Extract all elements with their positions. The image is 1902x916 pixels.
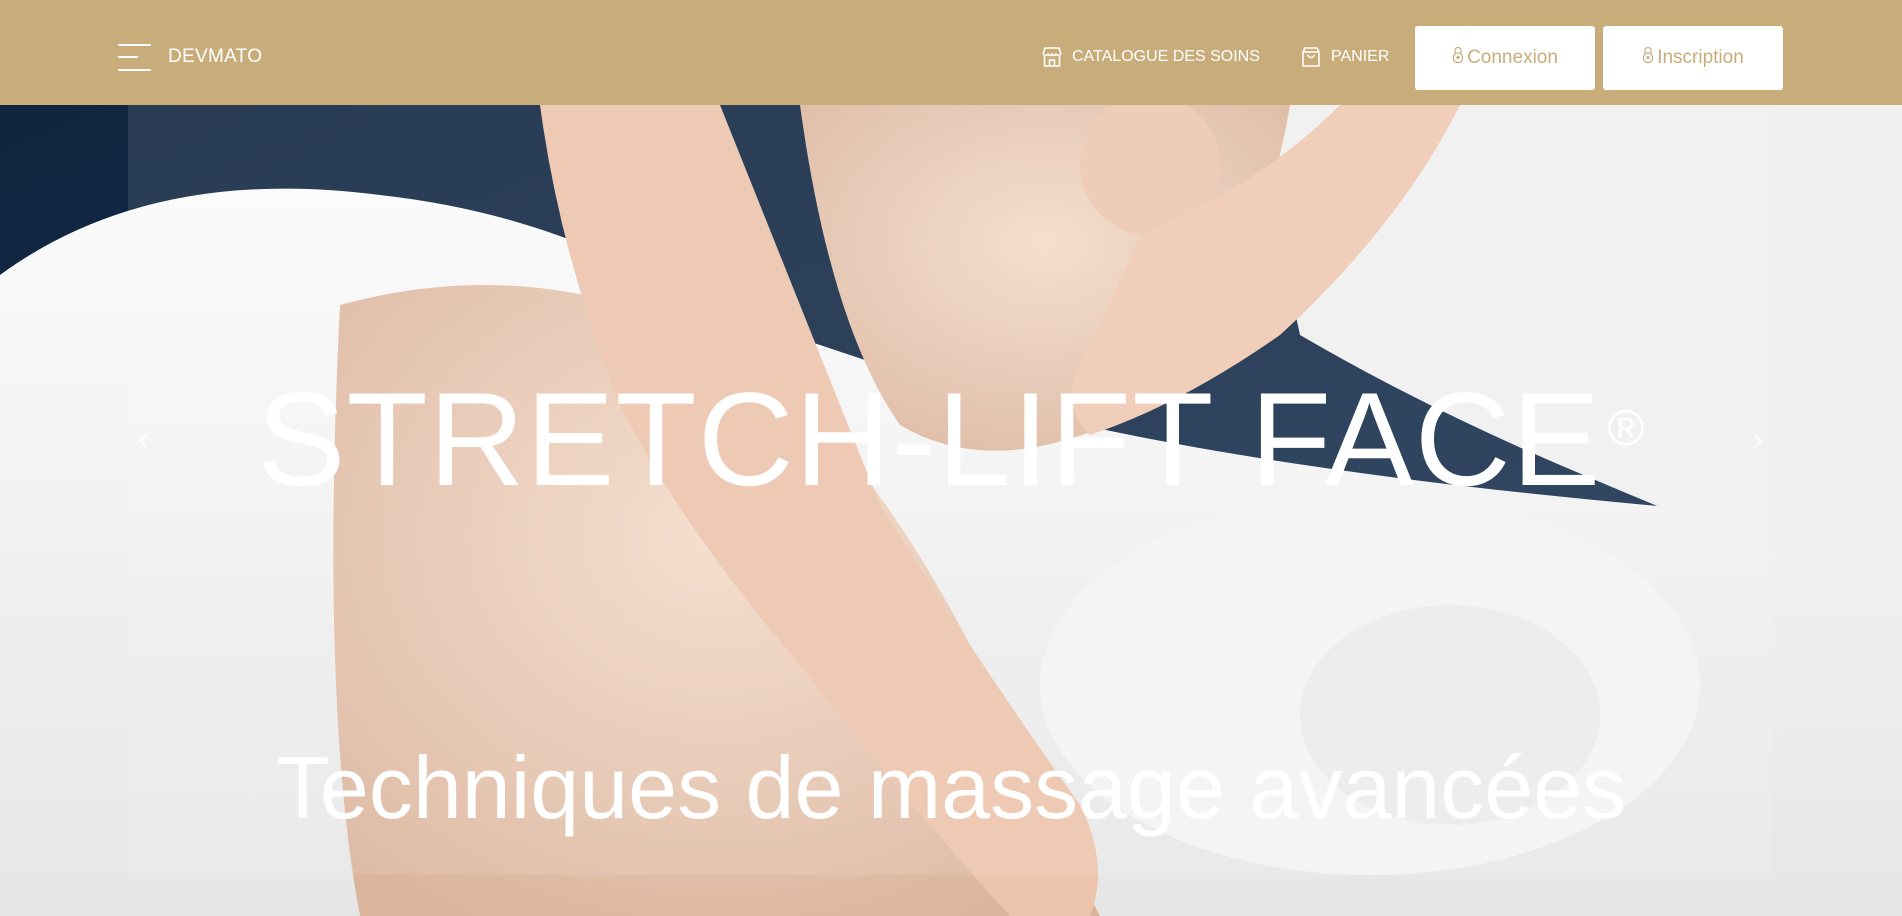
hero-title: STRETCH-LIFT FACE ®: [0, 365, 1902, 515]
catalogue-link-label: CATALOGUE DES SOINS: [1072, 48, 1260, 65]
catalogue-link[interactable]: CATALOGUE DES SOINS: [1040, 44, 1260, 70]
store-icon: [1040, 45, 1064, 69]
login-button[interactable]: Connexion: [1415, 26, 1595, 90]
top-navbar: DEVMATO CATALOGUE DES SOINS PANIER Conne…: [0, 0, 1902, 105]
login-button-label: Connexion: [1467, 47, 1558, 68]
registered-mark: ®: [1607, 400, 1646, 456]
cart-link-label: PANIER: [1331, 48, 1390, 65]
hero-subtitle: Techniques de massage avancées: [275, 738, 1627, 837]
signup-button[interactable]: Inscription: [1603, 26, 1783, 90]
hamburger-menu-icon[interactable]: [118, 44, 151, 71]
lock-icon: [1642, 46, 1654, 70]
shopping-bag-icon: [1299, 45, 1323, 69]
lock-icon: [1452, 46, 1464, 70]
signup-button-label: Inscription: [1657, 47, 1744, 68]
hero-carousel: ‹ › STRETCH-LIFT FACE ® Techniques de mas…: [0, 105, 1902, 916]
cart-link[interactable]: PANIER: [1299, 44, 1389, 70]
brand-logo-text[interactable]: DEVMATO: [168, 46, 262, 68]
hero-title-text: STRETCH-LIFT FACE: [256, 366, 1602, 514]
